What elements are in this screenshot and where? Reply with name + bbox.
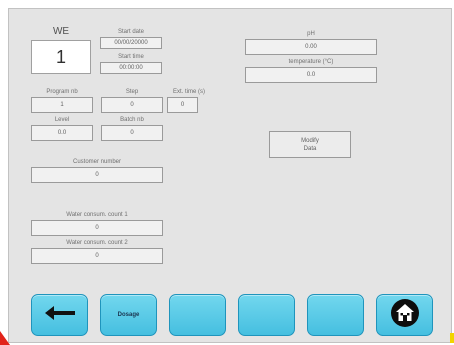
home-button[interactable] bbox=[376, 294, 433, 336]
level-label: Level bbox=[54, 117, 70, 123]
step-field[interactable]: 0 bbox=[101, 97, 163, 113]
modify-data-button[interactable]: Modify Data bbox=[269, 131, 351, 158]
ph-field[interactable]: 0.00 bbox=[245, 39, 377, 55]
empty-button-3[interactable] bbox=[307, 294, 364, 336]
water-count-1-label: Water consum. count 1 bbox=[66, 212, 128, 218]
back-button[interactable] bbox=[31, 294, 88, 336]
start-date-field[interactable]: 00/00/20000 bbox=[100, 37, 162, 49]
start-time-field[interactable]: 00:00:00 bbox=[100, 62, 162, 74]
dosage-button[interactable]: Dosage bbox=[100, 294, 157, 336]
water-count-2-label: Water consum. count 2 bbox=[66, 240, 128, 246]
water-count-1-field[interactable]: 0 bbox=[31, 220, 163, 236]
dosage-label: Dosage bbox=[117, 312, 140, 318]
temperature-field[interactable]: 0.0 bbox=[245, 67, 377, 83]
empty-button-1[interactable] bbox=[169, 294, 226, 336]
step-label: Step bbox=[125, 89, 139, 95]
ext-time-label: Ext. time (s) bbox=[172, 89, 205, 95]
hmi-screen: WE 1 Start date 00/00/20000 Start time 0… bbox=[8, 8, 452, 343]
customer-number-label: Customer number bbox=[72, 159, 122, 165]
batch-nb-field[interactable]: 0 bbox=[101, 125, 163, 141]
program-nb-label: Program nb bbox=[46, 89, 78, 95]
empty-button-2[interactable] bbox=[238, 294, 295, 336]
level-field[interactable]: 0.0 bbox=[31, 125, 93, 141]
temperature-label: temperature (°C) bbox=[288, 59, 334, 65]
modify-data-line2: Data bbox=[303, 145, 317, 152]
start-time-label: Start time bbox=[118, 54, 144, 60]
home-icon bbox=[390, 298, 420, 333]
we-title: WE bbox=[52, 26, 70, 37]
batch-nb-label: Batch nb bbox=[120, 117, 144, 123]
corner-red-marker bbox=[0, 331, 10, 345]
modify-data-line1: Modify bbox=[301, 137, 319, 144]
ext-time-field[interactable]: 0 bbox=[167, 97, 198, 113]
customer-number-field[interactable]: 0 bbox=[31, 167, 163, 183]
we-number-display: 1 bbox=[31, 40, 91, 74]
left-arrow-icon bbox=[44, 305, 75, 325]
corner-yellow-marker bbox=[450, 333, 454, 343]
ph-label: pH bbox=[307, 31, 315, 37]
water-count-2-field[interactable]: 0 bbox=[31, 248, 163, 264]
start-date-label: Start date bbox=[117, 29, 144, 35]
program-nb-field[interactable]: 1 bbox=[31, 97, 93, 113]
